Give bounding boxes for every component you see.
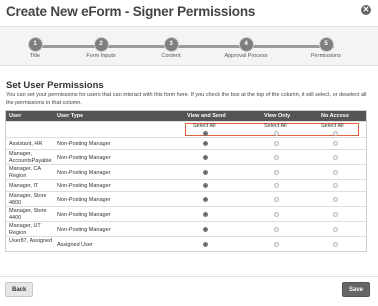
back-button[interactable]: Back [5, 282, 34, 297]
table-row: Manager, Store 4800 Non-Posting Manager [6, 191, 366, 206]
wizard-step-label: Title [29, 53, 41, 59]
user-type-cell: Non-Posting Manager [57, 183, 111, 189]
view-send-radio[interactable] [203, 241, 208, 247]
header-view-only: View Only [264, 113, 291, 119]
wizard-step-number: 2 [93, 37, 109, 52]
wizard-step-1[interactable]: 1 Title [5, 37, 65, 59]
view-send-radio[interactable] [203, 211, 208, 217]
user-type-cell: Non-Posting Manager [57, 169, 111, 176]
dialog-titlebar: Create New eForm - Signer Permissions ✕ [0, 0, 378, 24]
no-access-radio[interactable] [333, 154, 338, 160]
table-row: Manager, IT Non-Posting Manager [6, 179, 366, 191]
wizard-progress: 1 Title 2 Form Inputs 3 Content 4 Approval Proc… [0, 26, 378, 66]
no-access-radio[interactable] [333, 196, 338, 202]
wizard-step-label: Permissions [311, 53, 341, 59]
view-send-radio[interactable] [203, 183, 208, 188]
header-no-access: No Access [321, 113, 349, 119]
wizard-step-label: Approval Process [224, 53, 268, 59]
table-row: Manager, UT Region Non-Posting Manager [6, 221, 366, 236]
user-cell: Manager, AccountsPayable [9, 151, 52, 164]
view-only-radio[interactable] [274, 169, 279, 175]
user-cell: Assistant, HR [9, 141, 43, 147]
wizard-step-number: 1 [27, 37, 43, 52]
wizard-step-label: Content [161, 53, 181, 59]
select-all-label-view-send: Select All [193, 123, 216, 129]
view-only-radio[interactable] [274, 183, 279, 188]
table-row: User87, Assigned Assigned User [6, 236, 366, 251]
no-access-radio[interactable] [333, 211, 338, 217]
select-all-label-no-access: Select All [321, 123, 344, 129]
table-header: User User Type View and Send View Only N… [6, 111, 366, 121]
user-cell: Manager, UT Region [9, 223, 41, 236]
no-access-radio[interactable] [333, 169, 338, 175]
view-only-radio[interactable] [274, 196, 279, 202]
no-access-radio[interactable] [333, 141, 338, 146]
wizard-step-number: 4 [238, 37, 254, 52]
view-send-radio[interactable] [203, 226, 208, 232]
wizard-step-3[interactable]: 3 Content [141, 37, 201, 59]
select-all-label-view-only: Select All [264, 123, 287, 129]
view-send-radio[interactable] [203, 169, 208, 175]
view-only-radio[interactable] [274, 241, 279, 247]
user-type-cell: Non-Posting Manager [57, 211, 111, 218]
view-only-radio[interactable] [274, 226, 279, 232]
select-all-view-send-radio[interactable] [203, 131, 208, 136]
table-row: Manager, CA Region Non-Posting Manager [6, 164, 366, 179]
no-access-radio[interactable] [333, 241, 338, 247]
table-row: Manager, Store 4400 Non-Posting Manager [6, 206, 366, 221]
wizard-step-number: 3 [163, 37, 179, 52]
user-cell: Manager, Store 4800 [9, 193, 47, 206]
wizard-step-number: 5 [318, 37, 334, 52]
dialog-footer: Back Save [0, 276, 378, 306]
view-only-radio[interactable] [274, 211, 279, 217]
view-only-radio[interactable] [274, 154, 279, 160]
section-title: Set User Permissions [6, 80, 104, 91]
wizard-step-2[interactable]: 2 Form Inputs [71, 37, 131, 59]
wizard-step-4[interactable]: 4 Approval Process [216, 37, 276, 59]
permissions-table: User User Type View and Send View Only N… [5, 110, 367, 252]
view-only-radio[interactable] [274, 141, 279, 146]
header-user-type: User Type [57, 113, 84, 119]
header-user: User [9, 113, 22, 119]
select-all-row: Select All Select All Select All [6, 121, 366, 137]
user-type-cell: Assigned User [57, 241, 93, 248]
user-type-cell: Non-Posting Manager [57, 196, 111, 203]
close-icon[interactable]: ✕ [361, 5, 371, 15]
select-all-view-only-radio[interactable] [274, 131, 279, 136]
wizard-step-label: Form Inputs [86, 53, 116, 59]
user-cell: Manager, IT [9, 183, 39, 189]
dialog-title: Create New eForm - Signer Permissions [6, 4, 256, 19]
user-cell: Manager, Store 4400 [9, 208, 47, 221]
view-send-radio[interactable] [203, 141, 208, 146]
no-access-radio[interactable] [333, 226, 338, 232]
view-send-radio[interactable] [203, 196, 208, 202]
view-send-radio[interactable] [203, 154, 208, 160]
user-type-cell: Non-Posting Manager [57, 141, 111, 147]
user-type-cell: Non-Posting Manager [57, 154, 111, 161]
user-cell: User87, Assigned [9, 238, 53, 244]
user-cell: Manager, CA Region [9, 166, 41, 179]
header-view-send: View and Send [187, 113, 226, 119]
save-button[interactable]: Save [341, 282, 370, 297]
wizard-step-5[interactable]: 5 Permissions [296, 37, 356, 59]
user-type-cell: Non-Posting Manager [57, 226, 111, 233]
table-row: Manager, AccountsPayable Non-Posting Mana… [6, 149, 366, 164]
table-row: Assistant, HR Non-Posting Manager [6, 137, 366, 149]
no-access-radio[interactable] [333, 183, 338, 188]
select-all-no-access-radio[interactable] [333, 131, 338, 136]
section-description: You can set your permissions for users t… [6, 92, 367, 106]
